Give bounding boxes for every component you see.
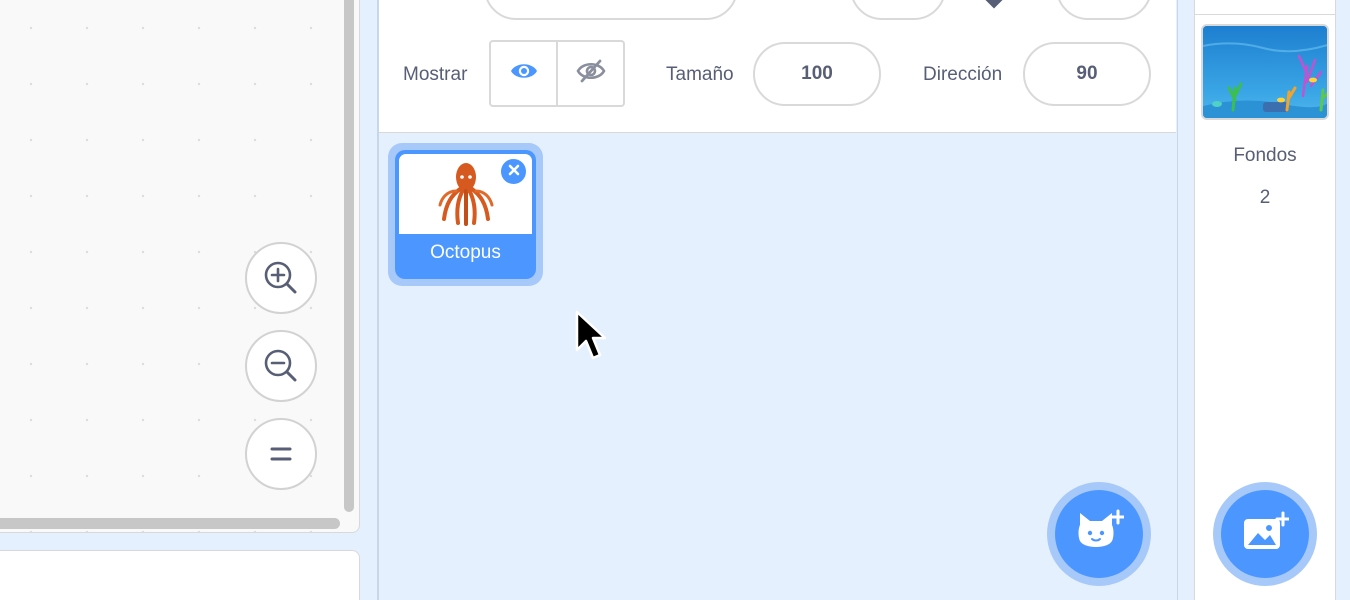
pane-divider-right xyxy=(1177,0,1178,600)
vertical-scrollbar[interactable] xyxy=(344,0,354,512)
choose-backdrop-button-halo xyxy=(1213,482,1317,586)
zoom-in-button[interactable] xyxy=(245,242,317,314)
close-icon xyxy=(508,163,520,181)
visibility-toggle[interactable] xyxy=(489,40,625,107)
backdrops-count: 2 xyxy=(1259,187,1271,208)
backdrop-thumbnail[interactable] xyxy=(1201,24,1329,120)
zoom-out-icon xyxy=(262,347,300,385)
cat-plus-icon xyxy=(1074,509,1126,560)
code-workspace[interactable] xyxy=(0,0,360,533)
eye-icon xyxy=(509,60,539,87)
direction-label: Dirección xyxy=(923,64,1003,85)
stage-divider xyxy=(1194,14,1336,15)
choose-sprite-button-halo xyxy=(1047,482,1151,586)
x-position-field[interactable] xyxy=(850,0,946,20)
choose-backdrop-button[interactable] xyxy=(1221,490,1309,578)
delete-sprite-button[interactable] xyxy=(499,157,528,186)
zoom-out-button[interactable] xyxy=(245,330,317,402)
equals-icon xyxy=(266,439,296,469)
size-label: Tamaño xyxy=(666,64,734,85)
sprite-name-field[interactable] xyxy=(484,0,738,20)
mouse-pointer-icon xyxy=(574,310,610,369)
show-label: Mostrar xyxy=(403,64,468,85)
zoom-in-icon xyxy=(262,259,300,297)
hide-button[interactable] xyxy=(556,42,623,105)
horizontal-scrollbar[interactable] xyxy=(0,518,340,529)
eye-slash-icon xyxy=(576,58,606,89)
octopus-icon xyxy=(438,163,493,226)
backpack-panel xyxy=(0,550,360,600)
size-field[interactable]: 100 xyxy=(753,42,881,106)
direction-field[interactable]: 90 xyxy=(1023,42,1151,106)
show-button[interactable] xyxy=(491,42,556,105)
y-position-field[interactable] xyxy=(1056,0,1152,20)
zoom-reset-button[interactable] xyxy=(245,418,317,490)
image-plus-icon xyxy=(1241,511,1291,558)
sprite-name-label: Octopus xyxy=(430,242,501,263)
choose-sprite-button[interactable] xyxy=(1055,490,1143,578)
y-position-icon xyxy=(985,0,1003,9)
backdrops-label: Fondos xyxy=(1233,145,1297,166)
underwater-backdrop-image xyxy=(1203,26,1327,118)
